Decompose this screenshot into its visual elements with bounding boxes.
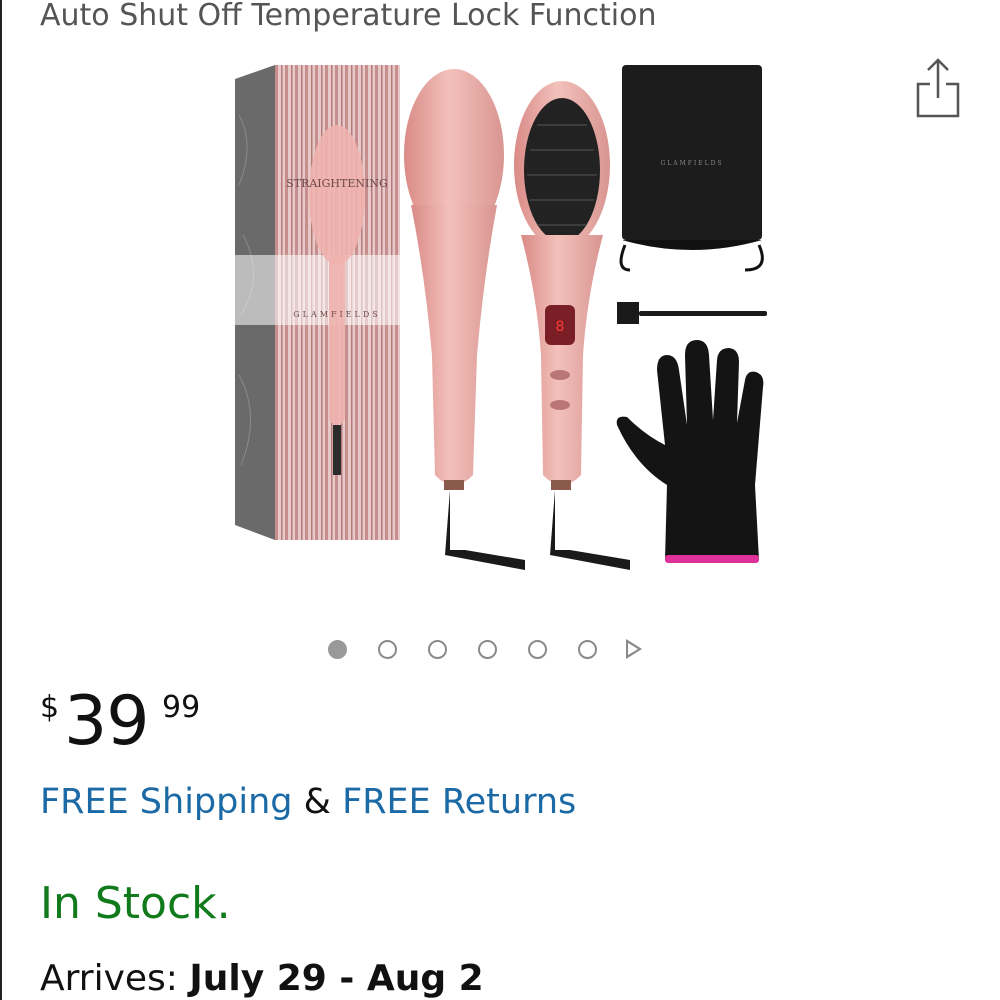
delivery-label: Arrives: xyxy=(40,958,178,999)
pagination-dot-5[interactable] xyxy=(528,639,547,659)
free-shipping-link[interactable]: FREE Shipping xyxy=(40,782,293,822)
delivery-dates: July 29 - Aug 2 xyxy=(189,958,484,999)
pagination-dot-6[interactable] xyxy=(578,639,597,659)
price-whole: 39 xyxy=(64,682,150,761)
brush-front: 8 xyxy=(514,81,630,570)
heat-glove xyxy=(616,340,764,563)
svg-text:8: 8 xyxy=(556,319,565,335)
shipping-returns: FREE Shipping & FREE Returns xyxy=(40,782,576,822)
pouch-brand: GLAMFIELDS xyxy=(660,160,723,167)
brush-back xyxy=(404,69,525,570)
share-icon[interactable] xyxy=(912,54,964,120)
price-currency-symbol: $ xyxy=(40,690,60,725)
price-fraction: 99 xyxy=(162,690,201,725)
velvet-pouch: GLAMFIELDS xyxy=(619,65,764,272)
pagination-dot-3[interactable] xyxy=(428,639,447,659)
product-title: Auto Shut Off Temperature Lock Function xyxy=(40,0,657,33)
pagination-dot-1[interactable] xyxy=(328,639,347,659)
product-box: STRAIGHTENING GLAMFIELDS xyxy=(235,65,400,540)
ampersand: & xyxy=(303,782,331,822)
free-returns-link[interactable]: FREE Returns xyxy=(342,782,576,822)
availability-status: In Stock. xyxy=(40,878,231,929)
pagination-dot-4[interactable] xyxy=(478,639,497,659)
delivery-estimate: Arrives: July 29 - Aug 2 xyxy=(40,958,484,999)
pagination-dot-2[interactable] xyxy=(378,639,397,659)
box-brand: GLAMFIELDS xyxy=(293,310,380,319)
next-arrow-icon[interactable] xyxy=(626,639,642,659)
left-edge-divider xyxy=(0,0,2,1000)
cleaning-brush xyxy=(617,302,767,324)
product-image[interactable]: STRAIGHTENING GLAMFIELDS 8 GLAMFIELDS xyxy=(225,55,780,590)
box-label: STRAIGHTENING xyxy=(286,177,388,190)
image-pagination xyxy=(328,634,642,664)
